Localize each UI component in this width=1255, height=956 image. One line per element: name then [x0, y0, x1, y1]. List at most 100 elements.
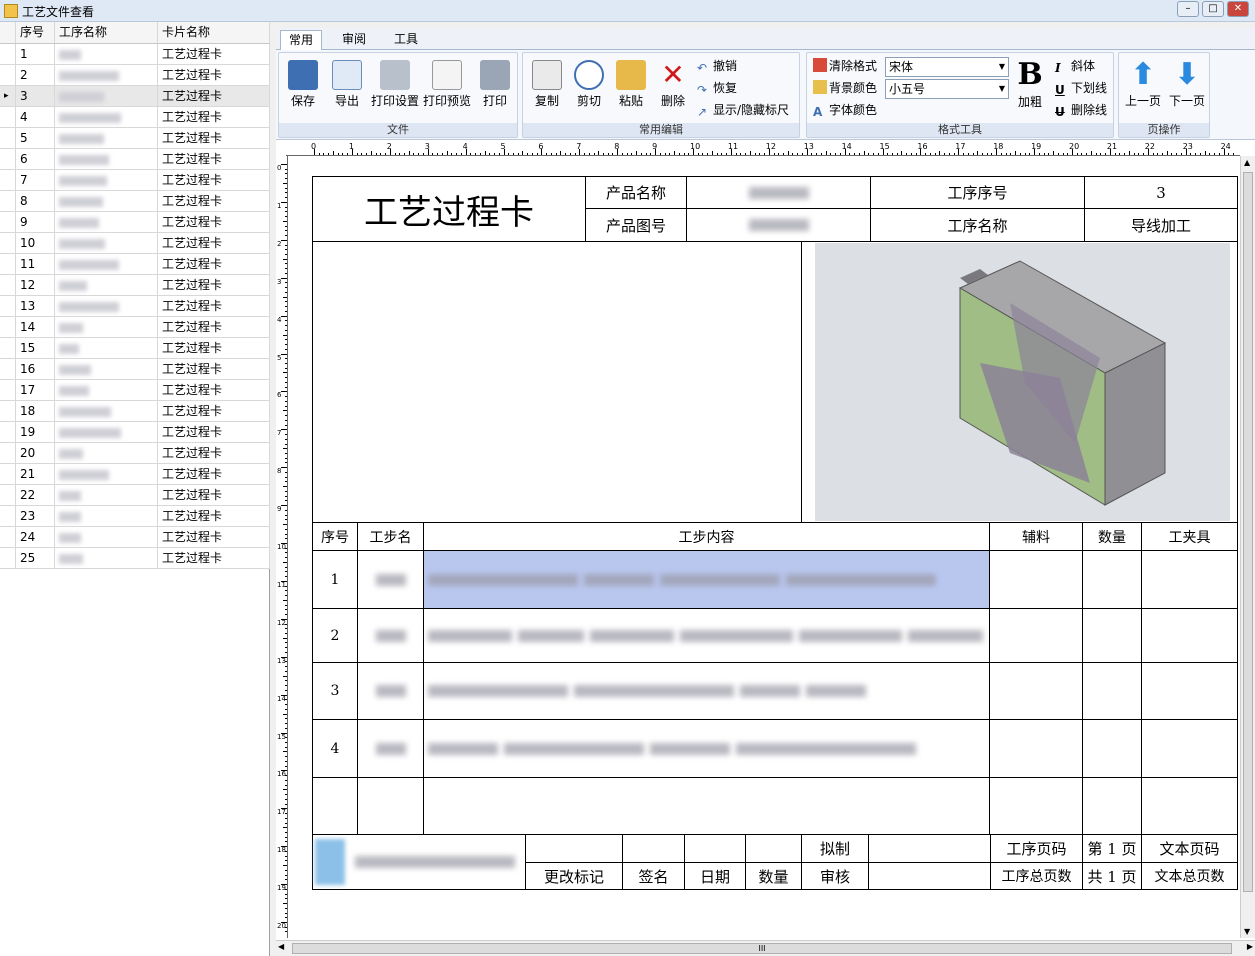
- draft-value[interactable]: [868, 834, 991, 863]
- step-aux[interactable]: [989, 777, 1083, 835]
- print-preview-button[interactable]: 打印预览: [421, 57, 473, 109]
- header-card-name[interactable]: 卡片名称: [158, 22, 270, 43]
- step-aux[interactable]: [989, 662, 1083, 720]
- tab-common[interactable]: 常用: [280, 30, 323, 50]
- grid-row[interactable]: 8 工艺过程卡: [0, 191, 270, 212]
- grid-row[interactable]: 9 工艺过程卡: [0, 212, 270, 233]
- step-qty[interactable]: [1082, 719, 1142, 778]
- scroll-left-icon[interactable]: ◀: [278, 942, 284, 951]
- delete-button[interactable]: ✕ 删除: [651, 57, 695, 109]
- step-content[interactable]: [423, 719, 990, 778]
- cut-button[interactable]: 剪切: [567, 57, 611, 109]
- step-qty[interactable]: [1082, 662, 1142, 720]
- paste-button[interactable]: 粘贴: [609, 57, 653, 109]
- grid-row[interactable]: 5 工艺过程卡: [0, 128, 270, 149]
- maximize-button[interactable]: □: [1202, 1, 1224, 17]
- export-button[interactable]: 导出: [325, 57, 369, 109]
- redo-button[interactable]: ↷ 恢复: [697, 79, 737, 99]
- grid-row[interactable]: 1 工艺过程卡: [0, 44, 270, 65]
- grid-row[interactable]: 15 工艺过程卡: [0, 338, 270, 359]
- step-tool[interactable]: [1141, 719, 1238, 778]
- bold-button[interactable]: B 加粗: [1013, 57, 1047, 109]
- step-content[interactable]: [423, 777, 990, 835]
- scroll-right-icon[interactable]: ▶: [1247, 942, 1253, 951]
- grid-row[interactable]: 20 工艺过程卡: [0, 443, 270, 464]
- step-name[interactable]: [357, 719, 424, 778]
- step-qty[interactable]: [1082, 608, 1142, 663]
- background-color-button[interactable]: 背景颜色: [813, 79, 877, 99]
- print-button[interactable]: 打印: [473, 57, 517, 109]
- save-button[interactable]: 保存: [281, 57, 325, 109]
- header-no[interactable]: 序号: [16, 22, 55, 43]
- grid-row[interactable]: 18 工艺过程卡: [0, 401, 270, 422]
- step-tool[interactable]: [1141, 662, 1238, 720]
- notes-area[interactable]: [312, 241, 802, 523]
- print-setup-button[interactable]: 打印设置: [369, 57, 421, 109]
- step-aux[interactable]: [989, 608, 1083, 663]
- step-qty[interactable]: [1082, 777, 1142, 835]
- scroll-down-icon[interactable]: ▼: [1244, 927, 1250, 936]
- font-size-select[interactable]: 小五号 ▼: [885, 79, 1009, 99]
- ruler-tick: [721, 153, 723, 155]
- italic-button[interactable]: I 斜体: [1055, 57, 1095, 77]
- grid-row[interactable]: 23 工艺过程卡: [0, 506, 270, 527]
- strikethrough-button[interactable]: U 删除线: [1055, 101, 1107, 121]
- step-content[interactable]: [423, 550, 990, 609]
- step-tool[interactable]: [1141, 777, 1238, 835]
- horizontal-ruler[interactable]: 0 1 2 3 4 5 6 7 8 9 10 11 12 13 14 15 16 17 18 19 20 21 22 23 24: [286, 142, 1240, 156]
- step-name[interactable]: [357, 777, 424, 835]
- ruler-tick: [285, 329, 287, 331]
- grid-row[interactable]: 2 工艺过程卡: [0, 65, 270, 86]
- grid-row[interactable]: 10 工艺过程卡: [0, 233, 270, 254]
- step-name[interactable]: [357, 608, 424, 663]
- scroll-up-icon[interactable]: ▲: [1244, 158, 1250, 167]
- grid-row[interactable]: 17 工艺过程卡: [0, 380, 270, 401]
- font-color-button[interactable]: A 字体颜色: [813, 101, 877, 121]
- prev-page-button[interactable]: ⬆ 上一页: [1121, 57, 1165, 109]
- grid-row[interactable]: 7 工艺过程卡: [0, 170, 270, 191]
- print-preview-icon: [432, 60, 462, 90]
- step-aux[interactable]: [989, 719, 1083, 778]
- horizontal-scroll-thumb[interactable]: III: [292, 943, 1232, 954]
- clear-format-button[interactable]: 清除格式: [813, 57, 877, 77]
- vertical-scrollbar[interactable]: ▲ ▼: [1240, 156, 1255, 938]
- step-name[interactable]: [357, 662, 424, 720]
- step-name[interactable]: [357, 550, 424, 609]
- close-button[interactable]: ✕: [1227, 1, 1249, 17]
- grid-row[interactable]: 14 工艺过程卡: [0, 317, 270, 338]
- grid-row[interactable]: 11 工艺过程卡: [0, 254, 270, 275]
- underline-button[interactable]: U 下划线: [1055, 79, 1107, 99]
- step-tool[interactable]: [1141, 608, 1238, 663]
- review-value[interactable]: [868, 862, 991, 890]
- toggle-ruler-button[interactable]: ↗ 显示/隐藏标尺: [697, 101, 789, 121]
- header-process-name[interactable]: 工序名称: [55, 22, 158, 43]
- grid-row[interactable]: 13 工艺过程卡: [0, 296, 270, 317]
- step-tool[interactable]: [1141, 550, 1238, 609]
- vertical-scroll-thumb[interactable]: [1243, 172, 1253, 892]
- minimize-button[interactable]: –: [1177, 1, 1199, 17]
- grid-row[interactable]: 24 工艺过程卡: [0, 527, 270, 548]
- tab-review[interactable]: 审阅: [334, 30, 374, 50]
- grid-row[interactable]: 16 工艺过程卡: [0, 359, 270, 380]
- step-content[interactable]: [423, 608, 990, 663]
- tab-tools[interactable]: 工具: [386, 30, 426, 50]
- grid-row[interactable]: ▸ 3 工艺过程卡: [0, 86, 270, 107]
- step-qty[interactable]: [1082, 550, 1142, 609]
- undo-button[interactable]: ↶ 撤销: [697, 57, 737, 77]
- ruler-tick: [981, 153, 983, 155]
- grid-row[interactable]: 25 工艺过程卡: [0, 548, 270, 569]
- grid-row[interactable]: 22 工艺过程卡: [0, 485, 270, 506]
- step-no[interactable]: [312, 777, 358, 835]
- vertical-ruler[interactable]: 0 1 2 3 4 5 6 7 8 9 10 11 12 13 14 15 16 17 18 19 20: [276, 156, 288, 938]
- copy-button[interactable]: 复制: [525, 57, 569, 109]
- grid-row[interactable]: 4 工艺过程卡: [0, 107, 270, 128]
- font-family-select[interactable]: 宋体 ▼: [885, 57, 1009, 77]
- grid-row[interactable]: 6 工艺过程卡: [0, 149, 270, 170]
- next-page-button[interactable]: ⬇ 下一页: [1165, 57, 1209, 109]
- step-aux[interactable]: [989, 550, 1083, 609]
- step-content[interactable]: [423, 662, 990, 720]
- grid-row[interactable]: 12 工艺过程卡: [0, 275, 270, 296]
- horizontal-scrollbar[interactable]: ◀ III ▶: [276, 940, 1255, 956]
- grid-row[interactable]: 21 工艺过程卡: [0, 464, 270, 485]
- grid-row[interactable]: 19 工艺过程卡: [0, 422, 270, 443]
